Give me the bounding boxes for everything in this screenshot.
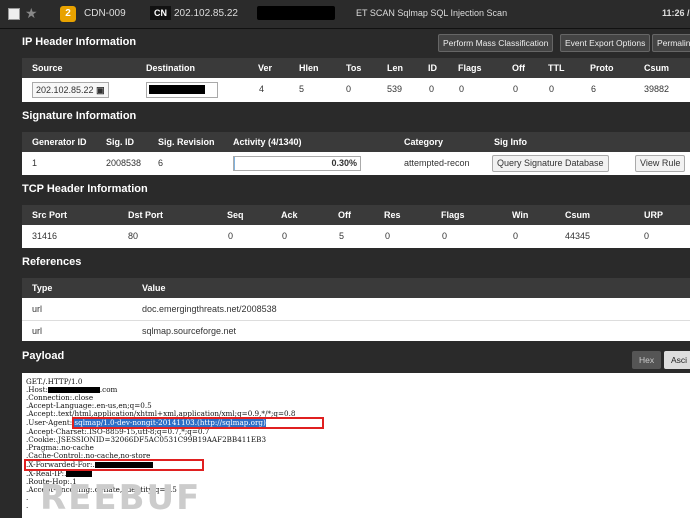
event-header-bar: ★ 2 CDN-009 CN 202.102.85.22 ET SCAN Sql… [0,0,690,29]
cell-csum: 44345 [565,231,591,241]
signature-table: Generator ID Sig. ID Sig. Revision Activ… [22,132,690,175]
tcp-header-title: TCP Header Information [22,183,148,195]
col-value: Value [142,283,166,293]
ip-header-table: Source Destination Ver Hlen Tos Len ID F… [22,58,690,102]
source-ip: 202.102.85.22 [174,8,238,19]
col-dst-port: Dst Port [128,210,164,220]
cell-flags: 0 [442,231,448,241]
cell-off: 5 [339,231,345,241]
cell-id: 0 [429,84,435,94]
col-id: ID [428,63,437,73]
hex-button[interactable]: Hex [632,351,662,369]
cell-generator-id: 1 [32,158,38,168]
cell-win: 0 [513,231,519,241]
cell-hlen: 5 [299,84,305,94]
col-proto: Proto [590,63,614,73]
copy-icon[interactable]: ▣ [96,85,105,95]
col-seq: Seq [227,210,244,220]
destination-field[interactable] [146,82,218,98]
col-ack: Ack [281,210,298,220]
cell-proto: 6 [591,84,597,94]
country-code-badge: CN [150,6,171,20]
col-generator-id: Generator ID [32,137,87,147]
col-sig-revision: Sig. Revision [158,137,215,147]
user-agent-highlight [72,417,324,429]
cell-res: 0 [385,231,391,241]
event-time: 11:26 / [662,8,690,18]
cell-off: 0 [513,84,519,94]
view-rule-button[interactable]: View Rule [635,155,686,172]
payload-title: Payload [22,350,65,362]
activity-progress-bar: 0.30% [233,156,361,171]
ascii-button[interactable]: Asci [664,351,690,369]
cell-len: 539 [387,84,403,94]
reference-type: url [32,326,43,336]
col-sig-id: Sig. ID [106,137,135,147]
cell-sig-id: 2008538 [106,158,142,168]
ip-header-title: IP Header Information [22,36,137,48]
col-ttl: TTL [548,63,565,73]
col-tos: Tos [346,63,362,73]
select-checkbox[interactable] [8,8,20,20]
col-activity: Activity (4/1340) [233,137,302,147]
cell-flags: 0 [459,84,465,94]
col-res: Res [384,210,401,220]
col-sig-info: Sig Info [494,137,527,147]
col-src-port: Src Port [32,210,68,220]
cell-src-port: 31416 [32,231,58,241]
col-ver: Ver [258,63,273,73]
star-icon[interactable]: ★ [25,5,38,22]
col-win: Win [512,210,529,220]
col-source: Source [32,63,63,73]
reference-type: url [32,304,43,314]
reference-row: url sqlmap.sourceforge.net [22,320,690,341]
reference-row: url doc.emergingthreats.net/2008538 [22,299,690,321]
col-urp: URP [644,210,664,220]
tcp-header-table: Src Port Dst Port Seq Ack Off Res Flags … [22,205,690,248]
col-off: Off [338,210,351,220]
event-export-button[interactable]: Event Export Options [560,34,651,52]
activity-value: 0.30% [331,158,357,168]
watermark: REEBUF [40,478,202,518]
cell-urp: 0 [644,231,650,241]
cell-tos: 0 [346,84,352,94]
col-flags: Flags [458,63,482,73]
cell-revision: 6 [158,158,164,168]
permalink-button[interactable]: Permalin [652,34,690,52]
cell-ttl: 0 [549,84,555,94]
reference-link[interactable]: doc.emergingthreats.net/2008538 [142,304,277,314]
mass-classification-button[interactable]: Perform Mass Classification [438,34,554,52]
cell-ack: 0 [282,231,288,241]
sensor-name: CDN-009 [84,8,126,19]
col-len: Len [387,63,404,73]
col-csum: Csum [565,210,591,220]
cell-category: attempted-recon [404,158,470,168]
redacted-destination [257,6,335,20]
references-title: References [22,256,82,268]
priority-badge: 2 [60,6,76,22]
col-type: Type [32,283,53,293]
col-destination: Destination [146,63,196,73]
references-table: Type Value url doc.emergingthreats.net/2… [22,278,690,341]
col-category: Category [404,137,444,147]
col-off: Off [512,63,525,73]
reference-link[interactable]: sqlmap.sourceforge.net [142,326,236,336]
query-signature-button[interactable]: Query Signature Database [492,155,609,172]
cell-seq: 0 [228,231,234,241]
cell-csum: 39882 [644,84,670,94]
payload-line: . [26,501,29,510]
signature-name: ET SCAN Sqlmap SQL Injection Scan [356,8,508,18]
source-ip-field[interactable]: 202.102.85.22 ▣ [32,82,109,98]
col-csum: Csum [644,63,670,73]
signature-info-title: Signature Information [22,110,137,122]
x-forwarded-for-highlight [24,459,204,471]
col-flags: Flags [441,210,465,220]
cell-ver: 4 [259,84,265,94]
col-hlen: Hlen [299,63,319,73]
cell-dst-port: 80 [128,231,139,241]
